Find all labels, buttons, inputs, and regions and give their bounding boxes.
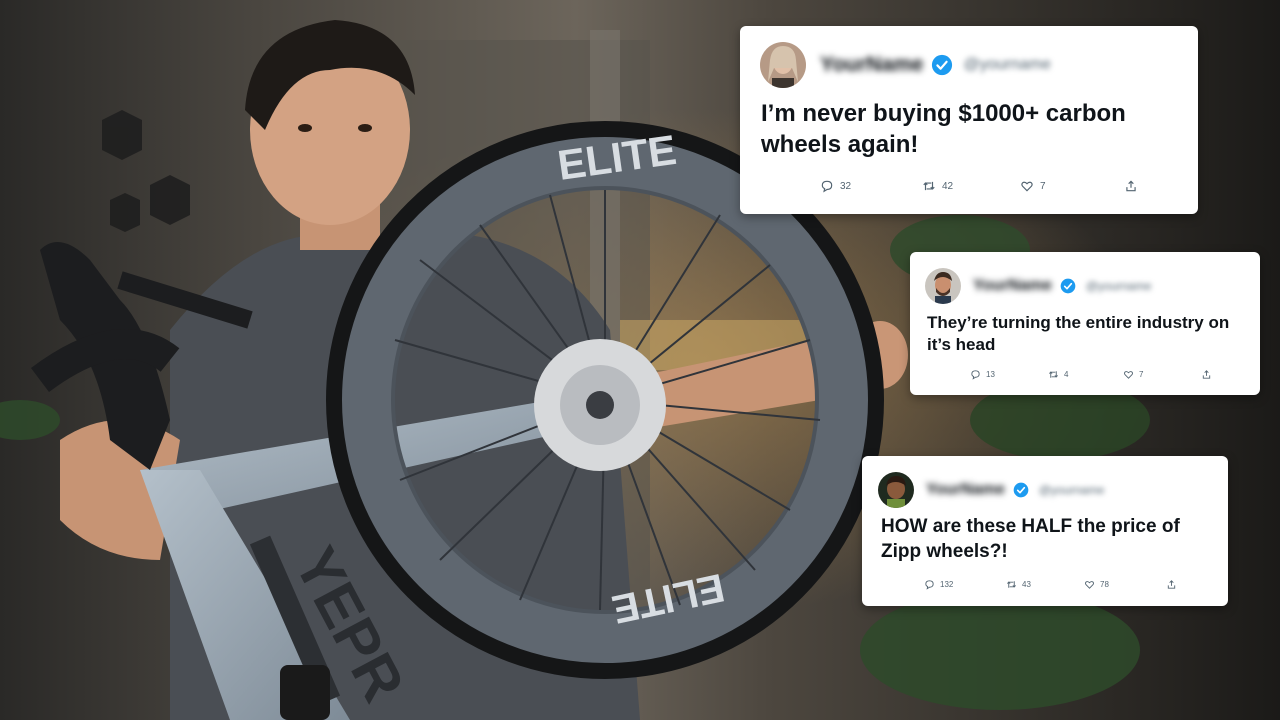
verified-badge-icon [931, 54, 953, 76]
reply-count: 132 [940, 579, 954, 589]
like-button[interactable]: 7 [1020, 179, 1046, 193]
retweet-icon [1049, 370, 1058, 378]
retweet-count: 43 [1022, 579, 1031, 589]
tweet-header: YourName @yourname [878, 472, 1104, 508]
tweet-text: HOW are these HALF the price of Zipp whe… [881, 516, 1180, 562]
tweet-card[interactable]: YourName @yourname They’re turning the e… [910, 252, 1260, 395]
retweet-button[interactable]: 4 [1048, 369, 1068, 380]
tweet-card[interactable]: YourName @yourname I’m never buying $100… [740, 26, 1198, 214]
tweet-header: YourName @yourname [760, 42, 1051, 88]
like-icon [1124, 370, 1133, 379]
like-icon [1085, 580, 1094, 589]
tweet-header: YourName @yourname [925, 268, 1151, 304]
share-button[interactable] [1166, 579, 1177, 590]
reply-count: 13 [986, 369, 995, 379]
verified-badge-icon [1013, 482, 1029, 498]
reply-button[interactable]: 32 [820, 179, 851, 193]
handle: @yourname [963, 56, 1051, 73]
retweet-icon [923, 181, 935, 191]
reply-icon [925, 579, 934, 590]
display-name[interactable]: YourName [926, 481, 1005, 499]
share-icon [1126, 180, 1136, 192]
reply-button[interactable]: 13 [970, 369, 995, 380]
retweet-button[interactable]: 43 [1006, 579, 1031, 590]
display-name[interactable]: YourName [973, 277, 1052, 295]
tweet-card[interactable]: YourName @yourname HOW are these HALF th… [862, 456, 1228, 606]
reply-icon [821, 180, 833, 193]
retweet-button[interactable]: 42 [922, 179, 953, 193]
thumbnail-scene: ELITE ELITE YEPR YourName @yourname I’m … [0, 0, 1280, 720]
display-name[interactable]: YourName [820, 53, 923, 77]
retweet-count: 4 [1064, 369, 1069, 379]
share-icon [1202, 369, 1211, 379]
reply-icon [971, 369, 980, 380]
like-button[interactable]: 78 [1084, 579, 1109, 590]
like-icon [1021, 181, 1033, 192]
avatar[interactable] [878, 472, 914, 508]
handle: @yourname [1038, 483, 1105, 497]
share-icon [1167, 579, 1176, 589]
share-button[interactable] [1124, 179, 1138, 193]
like-count: 7 [1040, 180, 1046, 192]
like-count: 78 [1100, 579, 1109, 589]
tweet-text: I’m never buying $1000+ carbon wheels ag… [761, 100, 1126, 159]
retweet-icon [1007, 580, 1016, 588]
reply-count: 32 [840, 180, 852, 192]
like-count: 7 [1139, 369, 1144, 379]
reply-button[interactable]: 132 [924, 579, 953, 590]
verified-badge-icon [1060, 278, 1076, 294]
share-button[interactable] [1201, 369, 1212, 380]
like-button[interactable]: 7 [1123, 369, 1143, 380]
avatar[interactable] [760, 42, 806, 88]
tweet-text: They’re turning the entire industry on i… [927, 313, 1230, 355]
handle: @yourname [1085, 279, 1152, 293]
avatar[interactable] [925, 268, 961, 304]
retweet-count: 42 [942, 180, 954, 192]
